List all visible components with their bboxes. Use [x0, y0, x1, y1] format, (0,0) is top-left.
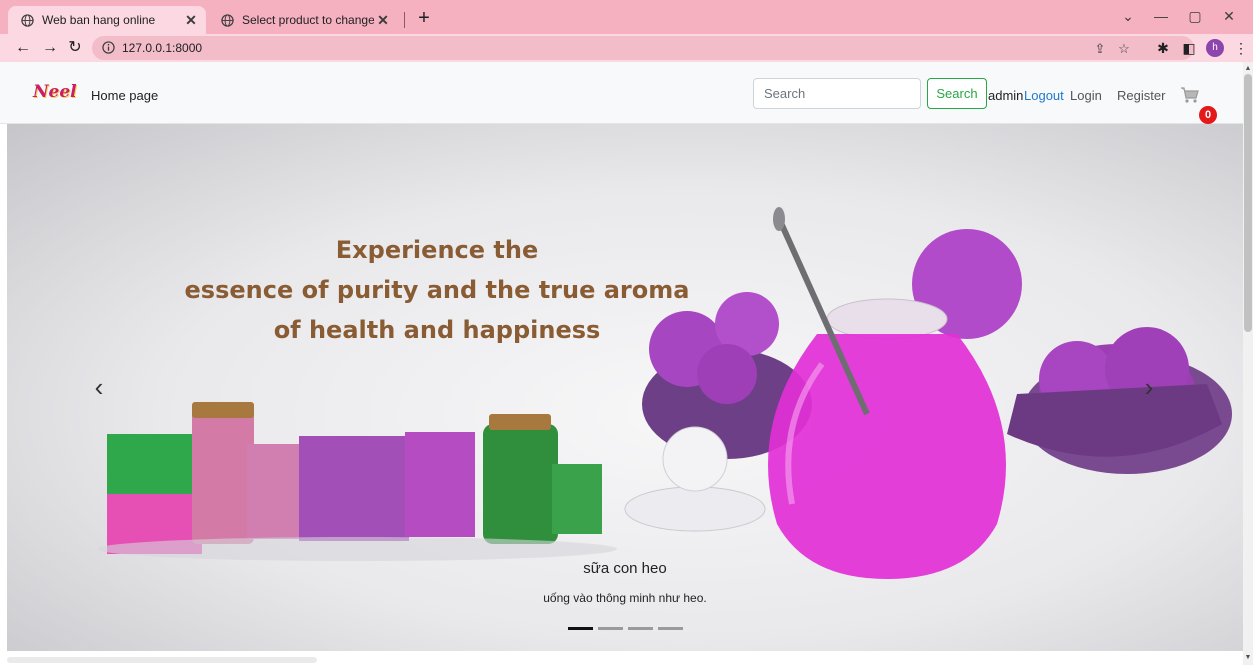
brand-logo[interactable]: Neel: [33, 82, 77, 102]
forward-icon[interactable]: →: [39, 37, 61, 59]
info-icon[interactable]: [102, 41, 116, 55]
scroll-thumb[interactable]: [1244, 74, 1252, 332]
headline-line: essence of purity and the true aroma: [184, 276, 690, 304]
tab-search-icon[interactable]: ⌄: [1113, 4, 1143, 28]
login-link[interactable]: Login: [1070, 88, 1102, 103]
profile-avatar[interactable]: h: [1206, 39, 1224, 57]
browser-tab-active[interactable]: Web ban hang online ✕: [8, 6, 206, 34]
side-panel-icon[interactable]: ◧: [1178, 37, 1200, 59]
scroll-down-icon[interactable]: ▼: [1243, 653, 1253, 663]
slide-caption-title: sữa con heo: [583, 560, 667, 577]
share-icon[interactable]: ⇪: [1092, 41, 1108, 57]
hero-carousel: Experience the essence of purity and the…: [7, 124, 1243, 651]
bookmark-star-icon[interactable]: ☆: [1116, 41, 1132, 57]
restore-icon[interactable]: ▢: [1180, 4, 1210, 28]
search-input[interactable]: [753, 78, 921, 109]
headline-line: of health and happiness: [273, 316, 601, 344]
cart-count-badge[interactable]: 0: [1199, 106, 1217, 124]
menu-icon[interactable]: ⋮: [1230, 37, 1252, 59]
chevron-left-icon[interactable]: ‹: [87, 372, 111, 402]
register-link[interactable]: Register: [1117, 88, 1165, 103]
browser-toolbar: ← → ↻ 127.0.0.1:8000 ⇪ ☆ ✱ ◧ h ⋮: [0, 34, 1253, 62]
carousel-indicator[interactable]: [658, 627, 683, 630]
scroll-up-icon[interactable]: ▲: [1243, 64, 1253, 74]
site-navbar: Neel Home page Search admin Logout Login…: [0, 62, 1243, 124]
slide-caption-text: uống vào thông minh như heo.: [543, 591, 707, 605]
extensions-icon[interactable]: ✱: [1152, 37, 1174, 59]
horizontal-scrollbar[interactable]: [7, 657, 317, 663]
vertical-scrollbar[interactable]: ▲ ▼: [1243, 62, 1253, 665]
back-icon[interactable]: ←: [12, 37, 34, 59]
browser-tabstrip: Web ban hang online ✕ Select product to …: [0, 0, 1253, 34]
minimize-icon[interactable]: —: [1146, 4, 1176, 28]
browser-tab[interactable]: Select product to change | Djang ✕: [208, 6, 398, 34]
url-text: 127.0.0.1:8000: [122, 41, 203, 55]
window-close-icon[interactable]: ✕: [1214, 4, 1244, 28]
logout-link[interactable]: Logout: [1024, 88, 1064, 103]
cart-icon[interactable]: [1180, 86, 1200, 104]
carousel-indicator[interactable]: [628, 627, 653, 630]
new-tab-icon[interactable]: +: [412, 7, 436, 31]
home-link[interactable]: Home page: [91, 88, 158, 103]
reload-icon[interactable]: ↻: [64, 37, 86, 59]
username-label: admin: [988, 88, 1024, 103]
globe-icon: [20, 13, 34, 27]
carousel-indicators: [568, 627, 683, 630]
tab-title: Select product to change | Djang: [242, 13, 374, 27]
close-tab-icon[interactable]: ✕: [374, 12, 392, 29]
chevron-right-icon[interactable]: ›: [1137, 372, 1161, 402]
hero-headline: Experience the essence of purity and the…: [157, 230, 717, 350]
carousel-indicator[interactable]: [568, 627, 593, 630]
close-tab-icon[interactable]: ✕: [182, 12, 200, 29]
address-bar[interactable]: 127.0.0.1:8000 ⇪ ☆: [92, 36, 1194, 60]
tab-title: Web ban hang online: [42, 13, 156, 27]
tab-divider: [404, 12, 405, 28]
globe-icon: [220, 13, 234, 27]
carousel-indicator[interactable]: [598, 627, 623, 630]
search-button[interactable]: Search: [927, 78, 987, 109]
headline-line: Experience the: [335, 236, 539, 264]
